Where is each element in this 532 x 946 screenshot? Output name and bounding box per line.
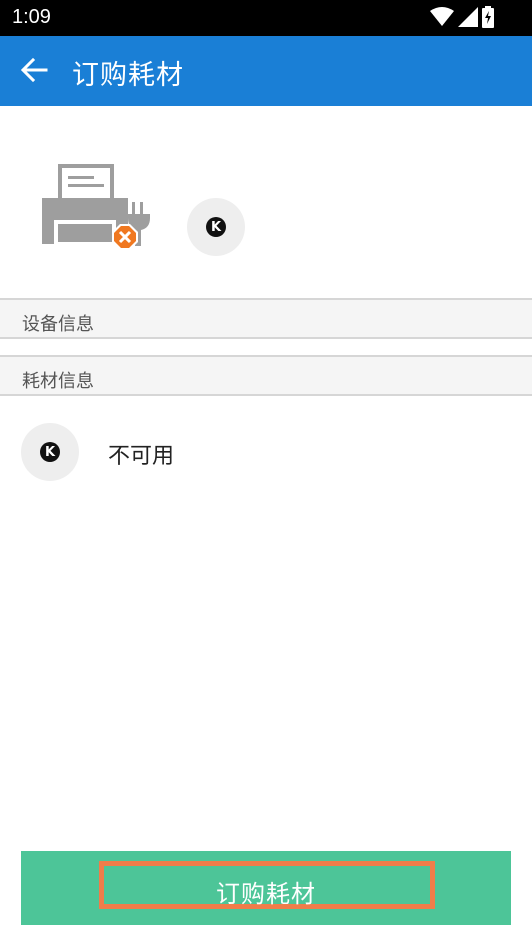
device-area: K <box>0 106 532 298</box>
app-bar: 订购耗材 <box>0 36 532 106</box>
status-icons <box>430 6 494 28</box>
order-supplies-button-label: 订购耗材 <box>216 880 316 908</box>
section-device-info-label: 设备信息 <box>22 314 94 335</box>
supply-brand-logo: K <box>40 442 60 462</box>
brand-logo-badge: K <box>187 198 245 256</box>
arrow-left-icon <box>20 57 48 86</box>
status-time: 1:09 <box>12 6 51 28</box>
section-supply-info-label: 耗材信息 <box>22 371 94 392</box>
supply-brand-badge: K <box>21 423 79 481</box>
supply-status: 不可用 <box>108 444 175 469</box>
wifi-icon <box>430 7 454 27</box>
back-button[interactable] <box>14 52 54 92</box>
battery-charging-icon <box>482 6 494 28</box>
cell-signal-icon <box>458 7 478 27</box>
printer-offline-icon <box>40 162 156 262</box>
order-supplies-button[interactable]: 订购耗材 <box>21 851 511 925</box>
supply-row: K 不可用 <box>0 418 532 488</box>
status-bar: 1:09 <box>0 0 532 36</box>
brand-logo: K <box>206 217 226 237</box>
section-supply-info[interactable]: 耗材信息 <box>0 355 532 396</box>
page-title: 订购耗材 <box>72 60 184 91</box>
section-device-info[interactable]: 设备信息 <box>0 298 532 339</box>
